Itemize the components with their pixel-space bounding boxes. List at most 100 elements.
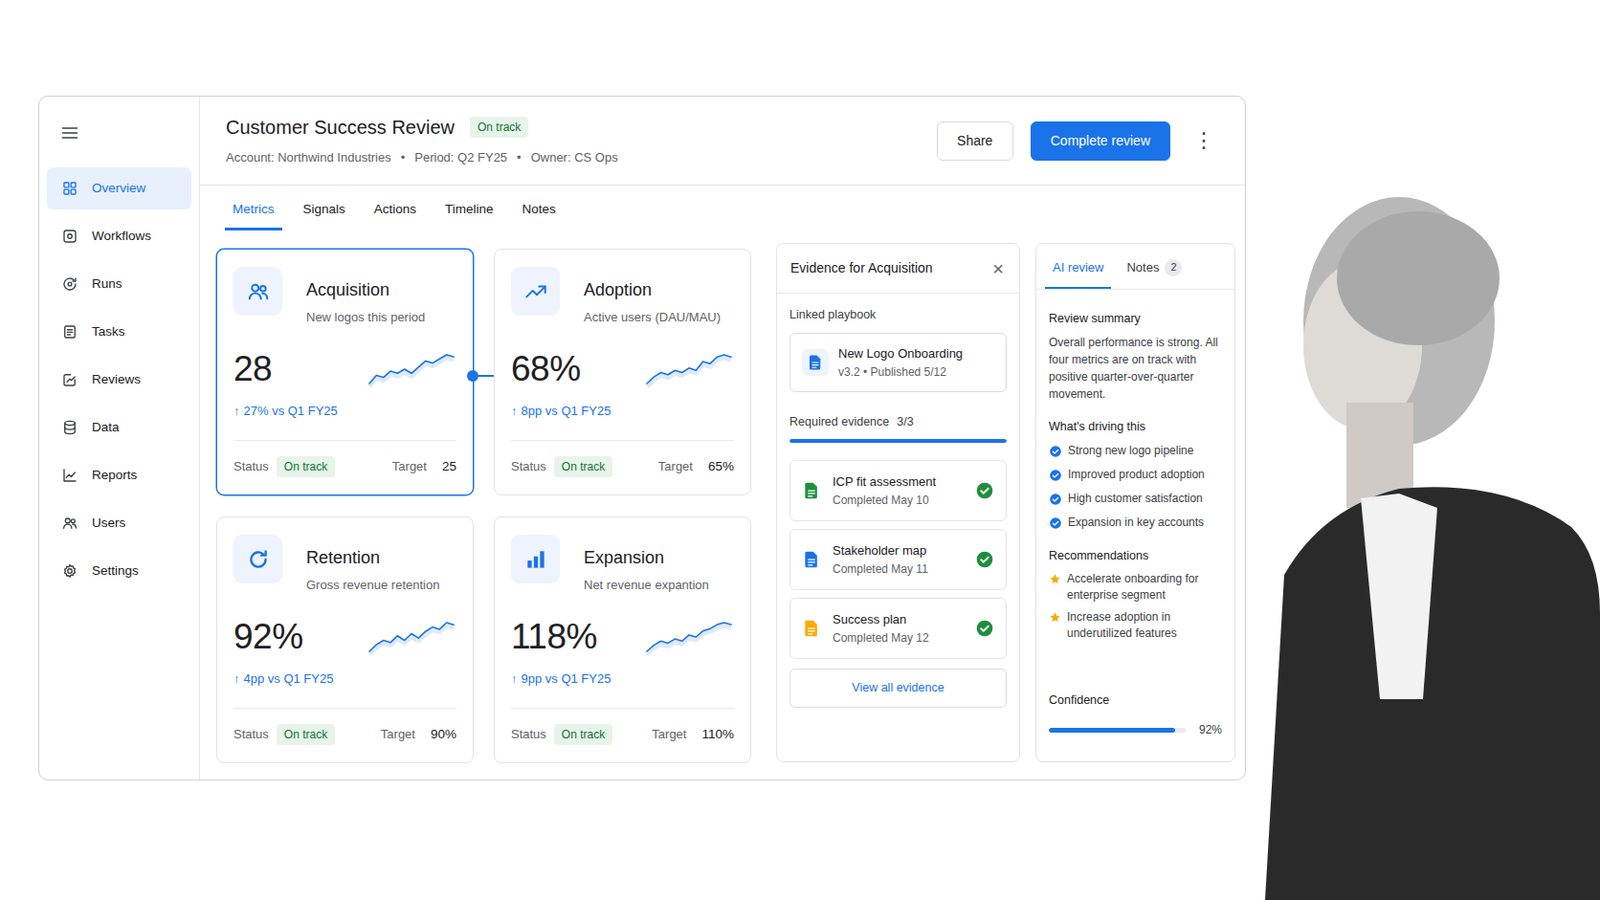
sidebar-label[interactable]: Reviews	[91, 370, 141, 390]
metric-card[interactable]: RetentionGross revenue retention92%↑4pp …	[216, 516, 474, 764]
meta-row: Account: Northwind Industries•Period: Q2…	[225, 148, 619, 168]
sidebar-item[interactable]: Reports	[46, 454, 192, 497]
playbook-text: New Logo Onboardingv3.2 • Published 5/12	[838, 345, 995, 380]
status-badge: On track	[554, 724, 613, 746]
sidebar-label[interactable]: Data	[91, 418, 120, 438]
card-footer: StatusOn trackTarget65%	[511, 440, 734, 478]
tab-label[interactable]: AI review	[1052, 258, 1104, 278]
share-button[interactable]: Share	[936, 121, 1014, 161]
sidebar-item[interactable]: Runs	[46, 263, 192, 306]
status-label: Status	[511, 457, 547, 477]
metric-value: 28	[233, 348, 272, 391]
users-icon	[61, 514, 79, 533]
recommendation-list: Accelerate onboarding for enterprise seg…	[1048, 571, 1223, 643]
metric-value: 118%	[511, 616, 598, 659]
sidebar-item[interactable]: Workflows	[46, 215, 192, 258]
evidence-meta: Completed May 11	[832, 561, 964, 578]
panel-tab[interactable]: AI review	[1044, 244, 1112, 289]
grid-icon	[61, 179, 79, 198]
sidebar-label[interactable]: Settings	[91, 561, 139, 581]
main-pane: Customer Success ReviewOn track Account:…	[200, 96, 1245, 780]
recommendation-item: Accelerate onboarding for enterprise seg…	[1048, 571, 1223, 604]
card-heading: ExpansionNet revenue expantion	[583, 534, 710, 595]
recommendation-label: Accelerate onboarding for enterprise seg…	[1066, 571, 1223, 604]
target-label: Target	[392, 457, 427, 477]
sidebar-label[interactable]: Users	[91, 513, 126, 534]
trending-up-icon	[523, 279, 549, 305]
more-button[interactable]: ⋮	[1191, 126, 1217, 156]
tab-label[interactable]: Notes	[1126, 258, 1159, 278]
sidebar-label[interactable]: Overview	[91, 178, 146, 199]
tab[interactable]: Metrics	[224, 185, 283, 231]
evidence-name[interactable]: Stakeholder map	[832, 542, 964, 559]
target-group: Target 25	[392, 457, 457, 477]
status-badge: On track	[469, 116, 529, 138]
tab[interactable]: Signals	[295, 185, 354, 231]
metric-card[interactable]: AcquisitionNew logos this period28↑27% v…	[216, 248, 474, 496]
tab-bar: Metrics Signals Actions Timeline Notes	[200, 185, 1245, 231]
panel-body: Linked playbookNew Logo Onboardingv3.2 •…	[777, 293, 1020, 709]
card-subtitle: Gross revenue retention	[306, 577, 440, 595]
required-label: Required evidence	[789, 414, 889, 430]
playbook-card[interactable]: New Logo Onboardingv3.2 • Published 5/12	[789, 333, 1007, 393]
tab[interactable]: Notes	[514, 185, 564, 231]
tab[interactable]: Actions	[366, 185, 424, 231]
page-header: Customer Success ReviewOn track Account:…	[200, 96, 1245, 186]
status-label: Status	[233, 725, 269, 745]
tab[interactable]: Timeline	[437, 185, 502, 231]
database-icon	[61, 419, 79, 437]
value-row: 118%	[511, 616, 734, 659]
evidence-item[interactable]: Stakeholder map Completed May 11	[789, 529, 1007, 591]
sidebar-label[interactable]: Tasks	[91, 322, 126, 342]
required-count: 3/3	[896, 414, 913, 430]
panel-tab[interactable]: Notes2	[1118, 244, 1190, 289]
driver-label: Expansion in key accounts	[1067, 513, 1204, 533]
recommendation-item: Increase adoption in underutilized featu…	[1048, 609, 1223, 643]
sidebar-item[interactable]: Settings	[46, 550, 192, 593]
close-button[interactable]: ×	[990, 259, 1006, 279]
complete-review-button[interactable]: Complete review	[1030, 121, 1171, 161]
status-badge: On track	[554, 456, 613, 478]
card-title: Expansion	[583, 534, 710, 569]
section-title: Recommendations	[1048, 548, 1223, 564]
evidence-text: ICP fit assessmentCompleted May 10	[832, 473, 964, 509]
sparkline-shadow	[369, 357, 454, 387]
delta-arrow: ↑	[511, 670, 518, 689]
panel-tabs: AI review Notes2	[1036, 244, 1235, 290]
evidence-item[interactable]: ICP fit assessmentCompleted May 10	[789, 460, 1007, 522]
target-value: 25	[442, 457, 457, 477]
sidebar-item[interactable]: Tasks	[46, 311, 192, 354]
sidebar-label[interactable]: Reports	[91, 466, 137, 486]
sidebar-item[interactable]: Overview	[46, 167, 192, 210]
sparkline	[644, 352, 734, 387]
menu-icon[interactable]	[60, 123, 80, 143]
evidence-list: ICP fit assessmentCompleted May 10 Stakeh…	[789, 460, 1007, 660]
person-photo	[1255, 163, 1600, 900]
target-group: Target90%	[380, 725, 457, 745]
connector-dot	[466, 370, 479, 382]
evidence-name[interactable]: Success plan	[832, 611, 964, 628]
sidebar-item[interactable]: Data	[46, 406, 192, 449]
confidence-bar-fill	[1048, 728, 1176, 734]
card-title: Retention	[306, 534, 440, 569]
sparkline-shadow	[646, 625, 732, 655]
icon-tile	[233, 266, 283, 316]
sidebar-item[interactable]: Reviews	[46, 358, 192, 401]
delta: ↑8pp vs Q1 FY25	[511, 402, 734, 421]
playbook-name[interactable]: New Logo Onboarding	[838, 345, 995, 362]
sidebar-label[interactable]: Runs	[91, 274, 123, 294]
evidence-name[interactable]: ICP fit assessment	[832, 473, 964, 490]
delta-arrow: ↑	[511, 402, 518, 421]
evidence-item[interactable]: Success planCompleted May 12	[789, 598, 1007, 660]
evidence-panel: Evidence for Acquisition×Linked playbook…	[776, 243, 1021, 763]
sidebar-item[interactable]: Users	[46, 502, 192, 545]
sidebar-label[interactable]: Workflows	[91, 226, 152, 246]
metric-value: 68%	[511, 348, 581, 391]
metric-card[interactable]: AdoptionActive users (DAU/MAU)68%↑8pp vs…	[493, 248, 752, 496]
target-label: Target	[380, 725, 416, 745]
metric-card[interactable]: ExpansionNet revenue expantion118%↑9pp v…	[493, 516, 752, 764]
view-all-button[interactable]: View all evidence	[789, 668, 1007, 709]
confidence-label: Confidence	[1048, 692, 1223, 709]
canvas: Overview Workflows Runs Tasks Reviews Data Rep…	[0, 0, 1600, 900]
document-icon	[801, 548, 822, 572]
